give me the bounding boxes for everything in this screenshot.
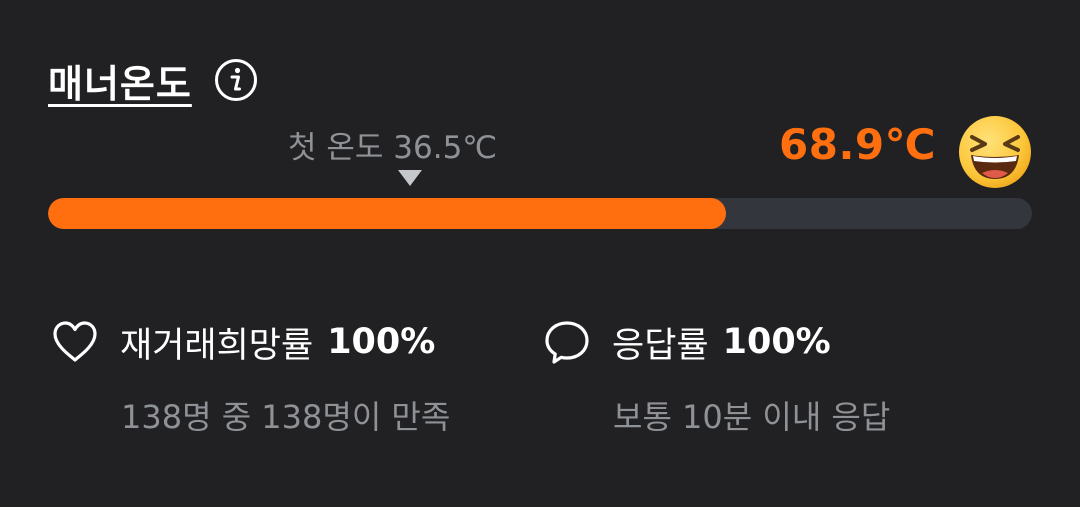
response-rate-label: 응답률 <box>612 325 709 366</box>
rebuy-rate-stat: 재거래희망률 100% 138명 중 138명이 만족 <box>50 314 450 438</box>
heart-icon <box>53 321 97 362</box>
rebuy-rate-label: 재거래희망률 <box>120 325 314 366</box>
info-circle-icon[interactable] <box>214 58 258 102</box>
manner-temperature-header: 매너온도 <box>48 52 258 108</box>
first-temperature-label: 첫 온도 36.5℃ <box>288 130 498 166</box>
response-rate-value: 100% <box>722 322 831 362</box>
response-rate-stat: 응답률 100% 보통 10분 이내 응답 <box>542 314 890 438</box>
laughing-face-icon <box>958 115 1032 189</box>
first-temperature-marker-icon <box>398 170 422 186</box>
rebuy-rate-value: 100% <box>327 322 436 362</box>
manner-temperature-bar-fill <box>48 198 726 229</box>
rebuy-rate-detail: 138명 중 138명이 만족 <box>121 398 451 436</box>
chat-bubble-icon <box>545 321 589 364</box>
manner-temperature-title[interactable]: 매너온도 <box>48 53 192 108</box>
current-temperature: 68.9℃ <box>779 120 936 169</box>
response-rate-detail: 보통 10분 이내 응답 <box>613 398 891 436</box>
manner-temperature-bar <box>48 198 1032 229</box>
